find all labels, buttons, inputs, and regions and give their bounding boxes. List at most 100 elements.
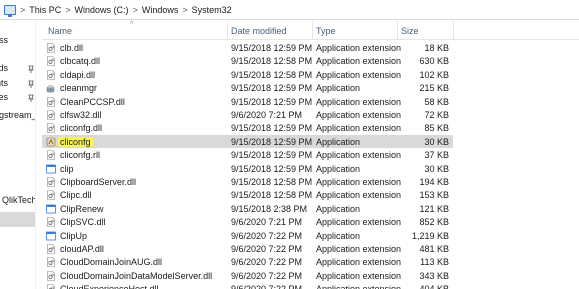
file-date: 9/15/2018 12:59 PM (231, 96, 313, 107)
column-divider[interactable] (227, 21, 228, 40)
file-size: 30 KB (424, 136, 449, 147)
file-size: 481 KB (419, 244, 449, 254)
nav-item[interactable]: gstream_tom (0, 110, 35, 123)
file-size: 404 KB (419, 284, 449, 289)
navigation-pane[interactable]: ss ds nts es gstream_tom QlikTech Ir (0, 21, 35, 289)
file-type: Application extension (316, 177, 402, 187)
breadcrumb-this-pc[interactable]: This PC (29, 5, 61, 15)
file-row[interactable]: cliconfg.dll 9/15/2018 12:59 PM Applicatio… (42, 121, 453, 134)
file-size: 72 KB (424, 110, 449, 120)
file-name: cliconfg.rll (60, 150, 101, 161)
chevron-right-icon[interactable]: > (65, 5, 70, 15)
address-bar[interactable]: > This PC > Windows (C:) > Windows > Sys… (0, 0, 579, 20)
nav-item[interactable]: QlikTech Ir (0, 195, 35, 208)
file-row[interactable]: clb.dll 9/15/2018 12:59 PM Application ext… (42, 41, 453, 54)
pin-icon[interactable] (28, 94, 34, 102)
file-name: cleanmgr (60, 83, 98, 94)
nav-item[interactable]: es (0, 92, 35, 105)
file-type: Application extension (316, 190, 402, 201)
file-row[interactable]: CleanPCCSP.dll 9/15/2018 12:59 PM Applicat… (42, 95, 453, 108)
file-size: 852 KB (419, 217, 449, 228)
file-type: Application extension (316, 257, 402, 268)
file-size: 18 KB (424, 43, 449, 53)
file-type: Application extension (316, 69, 402, 80)
file-name: clip (60, 163, 74, 174)
dll-icon (47, 69, 55, 80)
file-row[interactable]: ClipRenew 9/15/2018 2:38 PM Application 121… (42, 202, 453, 215)
file-date: 9/6/2020 7:21 PM (231, 110, 303, 120)
dll-icon (47, 123, 55, 134)
file-row[interactable]: Clipc.dll 9/15/2018 12:58 PM Application e… (42, 188, 453, 201)
file-type: Application (316, 163, 361, 174)
file-name: ClipRenew (60, 203, 104, 214)
column-divider[interactable] (397, 21, 398, 40)
file-type: Application extension (316, 150, 402, 161)
dll-icon (47, 177, 55, 187)
chevron-right-icon[interactable]: > (182, 5, 187, 15)
file-row[interactable]: ClipSVC.dll 9/6/2020 7:21 PM Application e… (42, 215, 453, 228)
dll-icon (47, 56, 55, 67)
column-header-date[interactable]: Date modified (231, 26, 287, 36)
file-size: 215 KB (419, 83, 449, 94)
file-row[interactable]: cliconfg.rll 9/15/2018 12:59 PM Applicatio… (42, 148, 453, 161)
file-row[interactable]: cldapi.dll 9/15/2018 12:58 PM Application … (42, 68, 453, 81)
file-size: 630 KB (419, 56, 449, 67)
column-divider[interactable] (453, 21, 454, 40)
file-type: Application (316, 83, 361, 94)
file-row[interactable]: CloudDomainJoinAUG.dll 9/6/2020 7:22 PM Ap… (42, 255, 453, 268)
nav-item[interactable]: nts (0, 78, 35, 91)
column-header-size[interactable]: Size (401, 26, 419, 36)
file-list[interactable]: ^ Name Date modified Type Size clb.dll 9/… (42, 21, 579, 289)
chevron-right-icon[interactable]: > (133, 5, 138, 15)
file-row[interactable]: ClipboardServer.dll 9/15/2018 12:58 PM App… (42, 175, 453, 188)
nav-item[interactable]: ss (0, 35, 35, 48)
dll-icon (47, 96, 55, 107)
file-date: 9/15/2018 2:38 PM (231, 203, 308, 214)
breadcrumb-windows[interactable]: Windows (142, 5, 179, 15)
sort-ascending-icon: ^ (130, 21, 134, 28)
file-row[interactable]: clip 9/15/2018 12:59 PM Application 30 KB (42, 162, 453, 175)
file-row[interactable]: clbcatq.dll 9/15/2018 12:58 PM Application… (42, 54, 453, 67)
column-header-name[interactable]: Name (48, 26, 72, 36)
file-date: 9/15/2018 12:59 PM (231, 43, 313, 53)
nav-item-label: es (0, 92, 8, 102)
file-date: 9/15/2018 12:59 PM (231, 123, 313, 134)
nav-item[interactable]: ds (0, 63, 35, 76)
breadcrumb-system32[interactable]: System32 (192, 5, 232, 15)
file-type: Application extension (316, 284, 401, 289)
exe-icon (46, 164, 56, 173)
file-name: ClipUp (60, 230, 88, 241)
file-size: 194 KB (419, 177, 449, 187)
file-row[interactable]: cliconfg 9/15/2018 12:59 PM Application 30 … (42, 134, 453, 149)
dll-icon (47, 150, 55, 160)
file-type: Application extension (316, 43, 402, 53)
file-row[interactable]: cleanmgr 9/15/2018 12:59 PM Application 215… (42, 81, 453, 94)
file-type: Application extension (316, 96, 402, 107)
file-size: 113 KB (420, 257, 449, 268)
file-name: clb.dll (60, 43, 84, 53)
file-type: Application extension (316, 56, 402, 67)
file-row[interactable]: ClipUp 9/6/2020 7:22 PM Application 1,219 K… (42, 229, 453, 242)
breadcrumb-windows-c[interactable]: Windows (C:) (75, 5, 129, 15)
file-type: Application (316, 230, 361, 241)
file-type: Application extension (316, 110, 402, 120)
file-size: 37 KB (424, 150, 449, 161)
file-date: 9/15/2018 12:58 PM (231, 177, 313, 187)
nav-item-label: QlikTech Ir (2, 195, 35, 205)
file-size: 343 KB (419, 270, 449, 281)
column-divider[interactable] (312, 21, 313, 40)
breadcrumb[interactable]: > This PC > Windows (C:) > Windows > Sys… (0, 2, 250, 18)
pin-icon[interactable] (28, 65, 34, 73)
nav-item-label: nts (0, 78, 8, 88)
column-header-type[interactable]: Type (316, 26, 336, 36)
file-name: cliconfg.dll (60, 123, 103, 134)
pin-icon[interactable] (28, 80, 34, 88)
file-row[interactable]: cloudAP.dll 9/6/2020 7:22 PM Application e… (42, 242, 453, 255)
file-row[interactable]: clfsw32.dll 9/6/2020 7:21 PM Application e… (42, 108, 453, 121)
dll-icon (47, 43, 55, 53)
chevron-right-icon[interactable]: > (20, 5, 25, 15)
file-row[interactable]: CloudExperienceHost.dll 9/6/2020 7:22 PM A… (42, 282, 453, 289)
pane-divider[interactable] (35, 21, 36, 289)
file-row[interactable]: CloudDomainJoinDataModelServer.dll 9/6/20… (42, 269, 453, 282)
nav-item-selected[interactable] (0, 212, 35, 227)
